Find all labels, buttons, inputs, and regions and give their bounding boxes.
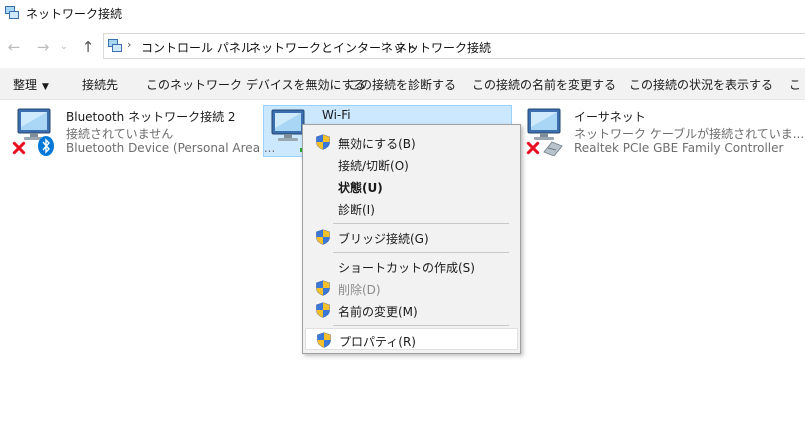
menu-item-disable[interactable]: 無効にする(B) [305,131,518,153]
menu-item-label: 削除(D) [338,283,381,297]
breadcrumb-network-connections[interactable]: ネットワーク接続 [395,39,491,56]
title-bar: ネットワーク接続 [0,0,805,26]
uac-shield-icon [315,280,331,296]
menu-item-bridge[interactable]: ブリッジ接続(G) [305,226,518,248]
forward-button[interactable]: → [33,37,53,57]
connection-name: Wi-Fi [322,108,351,122]
menu-item-label: 接続/切断(O) [338,159,409,173]
chevron-down-icon: ⌄ [59,41,69,52]
control-panel-icon [108,39,122,52]
uac-shield-icon [315,229,331,245]
uac-shield-icon [316,332,332,348]
context-menu: 無効にする(B) 接続/切断(O) 状態(U) 診断(I) ブリッジ接続(G) … [302,124,521,354]
connection-name: イーサネット [574,110,646,124]
connection-bluetooth[interactable]: Bluetooth ネットワーク接続 2 接続されていません Bluetooth… [0,106,275,158]
back-button[interactable]: ← [4,37,24,57]
menu-item-label: 無効にする(B) [338,137,416,151]
ethernet-network-icon [526,108,563,156]
menu-item-label: ブリッジ接続(G) [338,232,429,246]
menu-item-properties[interactable]: プロパティ(R) [305,328,518,350]
connection-device: Realtek PCIe GBE Family Controller [574,141,784,155]
connection-device: Bluetooth Device (Personal Area ... [66,141,276,155]
arrow-right-icon: → [36,38,50,56]
recent-locations-button[interactable]: ⌄ [57,37,71,57]
connection-status: ネットワーク ケーブルが接続されていま... [574,127,805,141]
menu-item-label: 状態(U) [338,181,383,195]
menu-item-rename[interactable]: 名前の変更(M) [305,299,518,321]
network-connections-icon [5,6,19,19]
dropdown-triangle-icon: ▼ [42,82,49,92]
uac-shield-icon [315,302,331,318]
command-bar: 整理 ▼ 接続先 このネットワーク デバイスを無効にする この接続を診断する この… [0,68,805,100]
menu-item-create-shortcut[interactable]: ショートカットの作成(S) [305,255,518,277]
connect-to-button[interactable]: 接続先 [82,76,118,93]
breadcrumb-network-internet[interactable]: ネットワークとインターネット [249,39,417,56]
bluetooth-network-icon [12,108,54,156]
menu-item-diagnose[interactable]: 診断(I) [305,197,518,219]
arrow-left-icon: ← [7,38,21,56]
menu-item-delete: 削除(D) [305,277,518,299]
menu-item-label: 診断(I) [338,203,375,217]
menu-separator [333,223,509,224]
chevron-right-icon[interactable]: › [381,38,385,51]
connection-name: Bluetooth ネットワーク接続 2 [66,110,236,124]
uac-shield-icon [315,134,331,150]
organize-label: 整理 [13,78,38,92]
view-status-button[interactable]: この接続の状況を表示する [629,76,773,93]
up-button[interactable]: ↑ [78,37,98,57]
connection-ethernet[interactable]: イーサネット ネットワーク ケーブルが接続されていま... Realtek PC… [508,106,805,158]
diagnose-button[interactable]: この接続を診断する [348,76,456,93]
menu-item-label: プロパティ(R) [339,335,416,349]
organize-button[interactable]: 整理 ▼ [13,76,49,93]
navigation-bar: ← → ⌄ ↑ › コントロール パネル › ネットワークとインターネット › … [0,33,805,61]
rename-button[interactable]: この接続の名前を変更する [472,76,616,93]
menu-item-status[interactable]: 状態(U) [305,175,518,197]
menu-item-connect-disconnect[interactable]: 接続/切断(O) [305,153,518,175]
menu-separator [333,252,509,253]
overflow-command-button[interactable]: こ [789,76,801,93]
menu-item-label: 名前の変更(M) [338,305,418,319]
address-bar[interactable]: › コントロール パネル › ネットワークとインターネット › ネットワーク接続 [103,33,805,59]
disable-device-button[interactable]: このネットワーク デバイスを無効にする [146,76,366,93]
chevron-right-icon[interactable]: › [127,38,131,51]
menu-separator [333,325,509,326]
menu-item-label: ショートカットの作成(S) [338,261,475,275]
arrow-up-icon: ↑ [81,38,95,56]
window-title: ネットワーク接続 [26,7,123,21]
chevron-right-icon[interactable]: › [235,38,239,51]
connection-status: 接続されていません [66,127,174,141]
